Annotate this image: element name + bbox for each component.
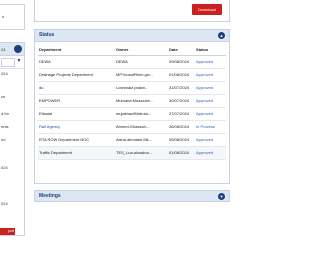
status-cell: Approved xyxy=(196,85,214,90)
left-list-item: 024 xyxy=(1,201,8,206)
status-cell: Approved xyxy=(196,150,214,155)
column-header-department[interactable]: Department xyxy=(39,45,111,55)
table-row[interactable]: Etisalat mujakhanfMntrula... 27/07/2024 App… xyxy=(38,108,226,121)
filter-icon[interactable]: ▼ xyxy=(15,58,23,65)
left-sidebar-panel: s 24 ▼ 024 ce d for ents ed 024 024 port xyxy=(0,0,25,256)
left-list-item: ed xyxy=(1,137,6,142)
left-filter-row: ▼ xyxy=(0,56,24,69)
department-cell: EMPOWER xyxy=(39,98,61,103)
status-panel: Status ▲ Department Owner Date Status DE… xyxy=(34,29,230,184)
left-list-item: ce xyxy=(1,94,6,99)
left-panel-header: 24 xyxy=(0,43,24,56)
meetings-panel-title: Meetings xyxy=(39,193,61,199)
department-cell: Etisalat xyxy=(39,111,53,116)
meetings-panel[interactable]: Meetings ▼ xyxy=(34,190,230,202)
owner-cell: Aisha.almutairi.Mk... xyxy=(116,137,153,142)
department-cell: Drainage Projects Department xyxy=(39,72,93,77)
table-header-row: Department Owner Date Status xyxy=(38,45,226,56)
date-cell: 01/08/2024 xyxy=(169,150,190,155)
left-collapse-icon[interactable] xyxy=(14,45,22,53)
column-header-date[interactable]: Date xyxy=(169,45,193,55)
date-cell: 30/07/2024 xyxy=(169,98,190,103)
department-cell: du xyxy=(39,85,44,90)
left-list-item: d for xyxy=(1,111,10,116)
table-row[interactable]: RTA ROW Department NOC Aisha.almutairi.Mk… xyxy=(38,134,226,147)
status-cell: Approved xyxy=(196,137,214,142)
table-row[interactable]: Traffic Department TES_Lua.alosaina... 01/… xyxy=(38,147,226,160)
owner-cell: MPYousufRhim.gin... xyxy=(116,72,154,77)
status-table: Department Owner Date Status DEWA DEWA 09/… xyxy=(38,45,226,160)
left-list-panel: 24 ▼ 024 ce d for ents ed 024 024 xyxy=(0,42,25,236)
department-cell: DEWA xyxy=(39,59,51,64)
left-list-item: 024 xyxy=(1,71,8,76)
table-body: DEWA DEWA 09/08/2024 Approved Drainage Proje… xyxy=(38,56,226,160)
status-cell: Approved xyxy=(196,72,214,77)
table-row[interactable]: Rail Agency Ahmed.Ghassah... 26/08/2024 In … xyxy=(38,121,226,134)
left-list-item: 024 xyxy=(1,165,8,170)
status-cell: Approved xyxy=(196,59,214,64)
date-cell: 01/08/2024 xyxy=(169,72,190,77)
owner-cell: mujakhanfMntrula... xyxy=(116,111,152,116)
status-panel-header[interactable]: Status ▲ xyxy=(35,30,229,42)
date-cell: 09/08/2024 xyxy=(169,59,190,64)
download-button[interactable]: Download xyxy=(192,4,222,15)
table-row[interactable]: du Loshmaiz.prakin... 31/07/2024 Approved xyxy=(38,82,226,95)
column-header-owner[interactable]: Owner xyxy=(116,45,164,55)
left-summary-box: s xyxy=(0,4,25,30)
department-cell: RTA ROW Department NOC xyxy=(39,137,90,142)
status-cell: Approved xyxy=(196,111,214,116)
owner-cell: TES_Lua.alosaina... xyxy=(116,150,153,155)
date-cell: 05/08/2024 xyxy=(169,137,190,142)
table-row[interactable]: EMPOWER Mumaira.Muazzam... 30/07/2024 Appro… xyxy=(38,95,226,108)
department-cell: Traffic Department xyxy=(39,150,72,155)
date-cell: 27/07/2024 xyxy=(169,111,190,116)
left-count-text: 24 xyxy=(1,47,6,52)
table-row[interactable]: Drainage Projects Department MPYousufRhim… xyxy=(38,69,226,82)
owner-cell: Mumaira.Muazzam... xyxy=(116,98,154,103)
status-cell: In Process xyxy=(196,124,215,129)
status-panel-title: Status xyxy=(39,32,55,38)
download-card: Download xyxy=(34,0,230,22)
chevron-up-icon[interactable]: ▲ xyxy=(218,32,225,39)
owner-cell: Ahmed.Ghassah... xyxy=(116,124,150,129)
table-row[interactable]: DEWA DEWA 09/08/2024 Approved xyxy=(38,56,226,69)
date-cell: 26/08/2024 xyxy=(169,124,190,129)
export-button[interactable]: port xyxy=(0,228,15,235)
owner-cell: Loshmaiz.prakin... xyxy=(116,85,149,90)
department-cell[interactable]: Rail Agency xyxy=(39,121,111,133)
date-cell: 31/07/2024 xyxy=(169,85,190,90)
column-header-status[interactable]: Status xyxy=(196,45,226,55)
left-summary-text: s xyxy=(2,14,4,19)
chevron-down-icon[interactable]: ▼ xyxy=(218,193,225,200)
left-search-input[interactable] xyxy=(1,58,15,67)
left-list-item: ents xyxy=(1,124,9,129)
status-cell: Approved xyxy=(196,98,214,103)
owner-cell: DEWA xyxy=(116,59,128,64)
